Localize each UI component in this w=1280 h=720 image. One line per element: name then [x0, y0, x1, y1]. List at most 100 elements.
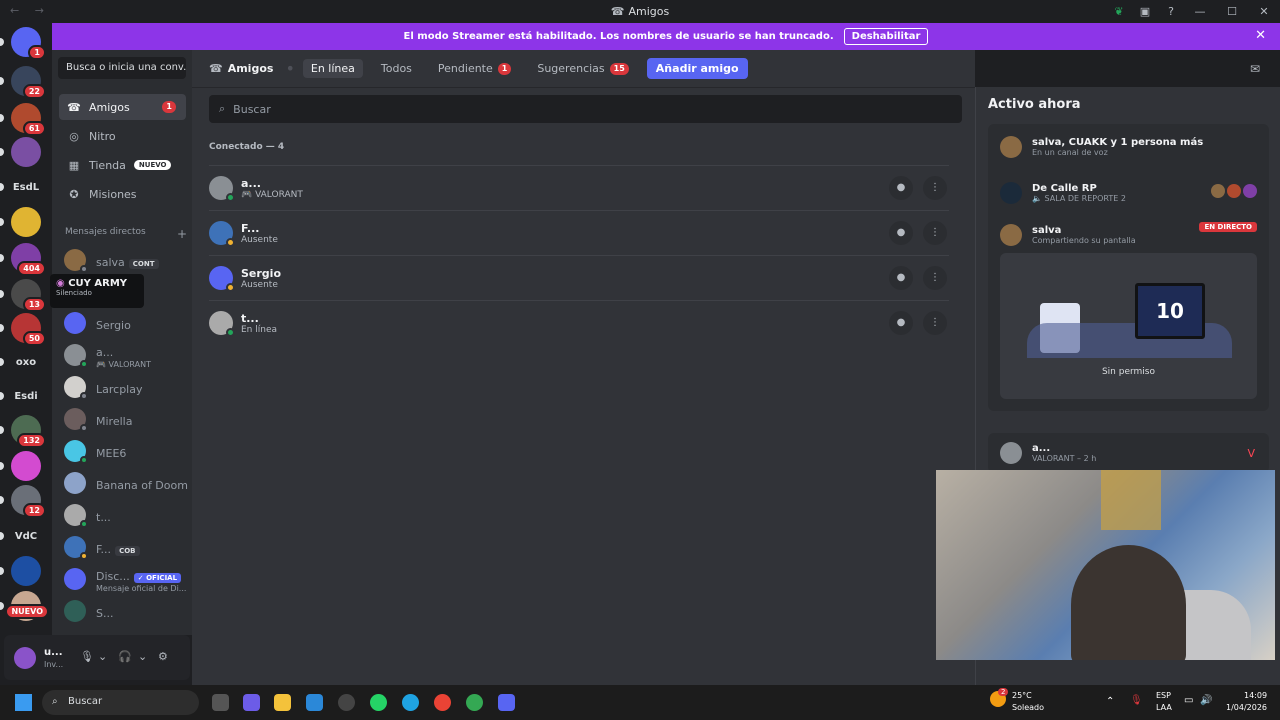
mic-icon[interactable]: 🎙: [80, 650, 94, 663]
tab-online[interactable]: En línea: [302, 59, 363, 78]
headset-icon[interactable]: 🎧: [118, 650, 132, 663]
more-options-icon[interactable]: ⋮: [923, 266, 947, 290]
file-explorer-icon[interactable]: [274, 694, 291, 711]
conversation-search[interactable]: Busca o inicia una conv...: [58, 57, 186, 79]
server-icon[interactable]: 1: [11, 27, 46, 60]
game-activity-card[interactable]: a... VALORANT – 2 h V: [988, 433, 1269, 473]
more-options-icon[interactable]: ⋮: [923, 311, 947, 335]
windows-start-icon[interactable]: [15, 694, 32, 711]
dm-item[interactable]: a... 🎮 VALORANT: [64, 341, 188, 369]
language[interactable]: ESP: [1156, 691, 1171, 700]
friend-row[interactable]: Sergio Ausente ● ⋮: [209, 255, 949, 300]
server-icon[interactable]: 50: [11, 313, 46, 346]
server-icon[interactable]: 404: [11, 243, 46, 276]
dm-item[interactable]: salva CONT: [64, 246, 188, 274]
more-options-icon[interactable]: ⋮: [923, 221, 947, 245]
close-window-button[interactable]: ✕: [1248, 5, 1280, 18]
close-icon[interactable]: ✕: [1255, 28, 1266, 43]
discord-taskbar-icon[interactable]: [498, 694, 515, 711]
server-icon[interactable]: 61: [11, 103, 46, 136]
server-icon[interactable]: VdC: [11, 521, 41, 551]
more-options-icon[interactable]: ⋮: [923, 176, 947, 200]
tooltip-subtitle: Silenciado: [56, 289, 92, 297]
edge-icon[interactable]: [402, 694, 419, 711]
sidebar-item-friends[interactable]: ☎ Amigos 1: [59, 94, 186, 120]
friend-row[interactable]: t... En línea ● ⋮: [209, 300, 949, 345]
server-icon[interactable]: 132: [11, 415, 46, 448]
dm-item[interactable]: t...: [64, 501, 188, 529]
unread-pill: [0, 602, 4, 610]
message-icon[interactable]: ●: [889, 266, 913, 290]
volume-icon[interactable]: 🔊: [1200, 695, 1212, 706]
unread-pill: [0, 358, 4, 366]
network-icon[interactable]: ▭: [1184, 695, 1193, 706]
dm-item[interactable]: S...: [64, 597, 188, 625]
nitro-leaf-icon[interactable]: ❦: [1106, 5, 1132, 18]
clock-time[interactable]: 14:09: [1244, 691, 1267, 700]
server-icon[interactable]: Esdi: [11, 381, 41, 411]
avatar: [1227, 184, 1241, 198]
friends-panel: ☎ Amigos • En línea Todos Pendiente 1 Sug…: [192, 50, 1280, 685]
dm-item[interactable]: Mirella: [64, 405, 188, 433]
friend-row[interactable]: F... Ausente ● ⋮: [209, 210, 949, 255]
dm-item[interactable]: Banana of Doom: [64, 469, 188, 497]
taskbar-search[interactable]: ⌕ Buscar: [42, 690, 199, 715]
server-icon[interactable]: [11, 451, 41, 481]
whatsapp-icon[interactable]: [370, 694, 387, 711]
message-icon[interactable]: ●: [889, 311, 913, 335]
tray-chevron-icon[interactable]: ⌃: [1106, 696, 1114, 707]
server-icon[interactable]: oxo: [11, 347, 41, 377]
add-friend-button[interactable]: Añadir amigo: [646, 58, 748, 79]
friend-row[interactable]: a... 🎮 VALORANT ● ⋮: [209, 165, 949, 210]
task-view-icon[interactable]: [212, 694, 229, 711]
sidebar-item-nitro[interactable]: ◎ Nitro: [59, 123, 186, 149]
server-icon[interactable]: [11, 137, 41, 167]
new-group-dm-icon[interactable]: ✉: [1250, 62, 1260, 76]
tab-all[interactable]: Todos: [373, 59, 420, 78]
dm-item[interactable]: F... COB: [64, 533, 188, 561]
server-icon[interactable]: EsdL: [11, 172, 41, 202]
inbox-icon[interactable]: ▣: [1132, 5, 1158, 18]
dm-item[interactable]: Disc... ✓ OFICIAL Mensaje oficial de Di...: [64, 565, 188, 593]
chevron-down-icon[interactable]: ⌄: [138, 650, 147, 663]
server-icon[interactable]: 12: [11, 485, 46, 518]
mic-tray-icon[interactable]: 🎙: [1130, 695, 1143, 706]
server-badge: 404: [17, 261, 46, 276]
gear-icon[interactable]: ⚙: [158, 650, 168, 663]
dm-item[interactable]: Larcplay: [64, 373, 188, 401]
minimize-button[interactable]: —: [1184, 5, 1216, 18]
unread-pill: [0, 462, 4, 470]
tab-suggestions[interactable]: Sugerencias 15: [529, 59, 636, 78]
server-icon[interactable]: 13: [11, 279, 46, 312]
disable-streamer-button[interactable]: Deshabilitar: [843, 28, 929, 45]
server-badge: 22: [22, 84, 46, 99]
add-dm-button[interactable]: +: [177, 227, 187, 241]
message-icon[interactable]: ●: [889, 221, 913, 245]
chevron-down-icon[interactable]: ⌄: [98, 650, 107, 663]
maximize-button[interactable]: ☐: [1216, 5, 1248, 18]
friends-search-input[interactable]: ⌕ Buscar: [209, 95, 962, 123]
chrome-profile-icon[interactable]: [466, 694, 483, 711]
server-icon[interactable]: 22: [11, 66, 46, 99]
activity-card[interactable]: salva, CUAKK y 1 persona más En un canal …: [988, 124, 1269, 411]
help-icon[interactable]: ?: [1158, 5, 1184, 18]
obs-icon[interactable]: [338, 694, 355, 711]
unread-pill: [0, 218, 4, 226]
tab-pending[interactable]: Pendiente 1: [430, 59, 519, 78]
clock-date: 1/04/2026: [1226, 703, 1268, 712]
sidebar-item-shop[interactable]: ▦ Tienda NUEVO: [59, 152, 186, 178]
copilot-icon[interactable]: [243, 694, 260, 711]
stream-preview[interactable]: 10 Sin permiso: [1000, 253, 1257, 399]
dm-item[interactable]: Sergio: [64, 309, 188, 337]
sidebar-item-quests[interactable]: ✪ Misiones: [59, 181, 186, 207]
server-icon[interactable]: [11, 207, 41, 237]
message-icon[interactable]: ●: [889, 176, 913, 200]
avatar[interactable]: [14, 647, 36, 669]
store-icon[interactable]: [306, 694, 323, 711]
server-icon[interactable]: [11, 556, 41, 586]
chrome-icon[interactable]: [434, 694, 451, 711]
temperature[interactable]: 25°C: [1012, 691, 1032, 700]
avatar: [209, 221, 235, 247]
dm-item[interactable]: MEE6: [64, 437, 188, 465]
server-icon[interactable]: NUEVO: [5, 591, 49, 621]
